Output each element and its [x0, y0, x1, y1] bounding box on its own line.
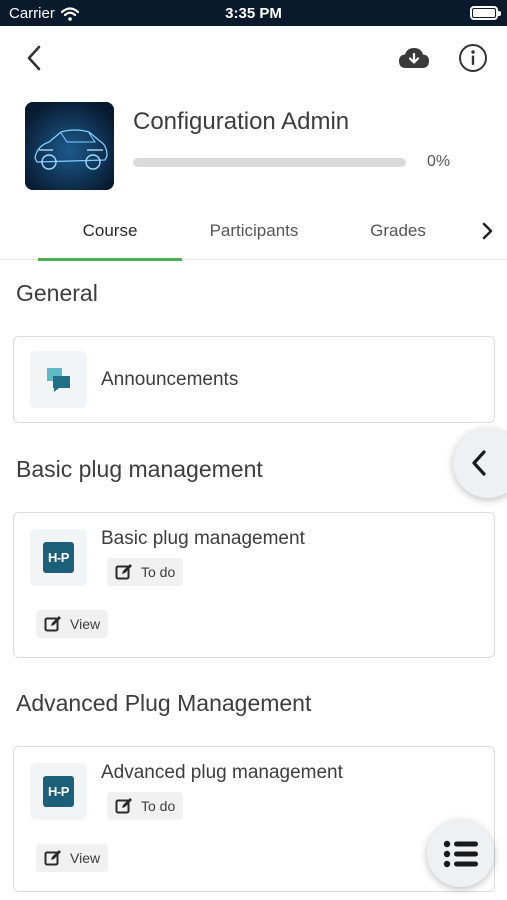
module-card-announcements[interactable]: Announcements	[13, 336, 495, 423]
top-bar	[0, 26, 507, 92]
status-time: 3:35 PM	[225, 5, 282, 22]
h5p-icon: H-P	[30, 529, 87, 586]
course-progress-label: 0%	[427, 153, 451, 170]
module-name: Basic plug management	[101, 528, 305, 549]
view-button[interactable]: View	[36, 844, 109, 872]
module-card-basic-plug[interactable]: H-P Basic plug management To do View	[13, 512, 495, 658]
chevron-right-icon	[482, 222, 493, 240]
module-name: Advanced plug management	[101, 762, 343, 783]
course-tabs: Course Participants Grades	[0, 202, 507, 261]
edit-icon	[44, 616, 61, 632]
course-index-button[interactable]	[427, 820, 494, 887]
course-image	[25, 102, 114, 190]
edit-icon	[44, 850, 61, 866]
h5p-logo: H-P	[43, 542, 74, 573]
edit-icon	[115, 798, 132, 814]
car-image	[25, 102, 114, 190]
cloud-download-icon	[399, 48, 429, 68]
course-title: Configuration Admin	[133, 108, 350, 135]
todo-badge: To do	[107, 558, 184, 586]
todo-label: To do	[141, 564, 176, 580]
edit-icon	[115, 564, 132, 580]
info-button[interactable]	[454, 40, 492, 76]
tabs-next-button[interactable]	[472, 216, 502, 246]
h5p-icon: H-P	[30, 763, 87, 820]
list-icon	[443, 840, 478, 867]
forum-icon	[30, 351, 87, 408]
view-button[interactable]: View	[36, 610, 109, 638]
todo-label: To do	[141, 798, 176, 814]
back-button[interactable]	[16, 40, 52, 76]
course-header: Configuration Admin 0%	[0, 92, 507, 202]
tab-course[interactable]: Course	[38, 202, 182, 261]
chevron-left-icon	[472, 450, 486, 476]
section-title-advanced-plug: Advanced Plug Management	[16, 690, 312, 716]
tab-participants[interactable]: Participants	[182, 202, 326, 260]
section-title-general: General	[16, 280, 98, 306]
info-icon	[459, 44, 487, 72]
tab-grades[interactable]: Grades	[326, 202, 470, 260]
chevron-left-icon	[27, 45, 41, 71]
status-bar: Carrier 3:35 PM	[0, 0, 507, 26]
section-title-basic-plug: Basic plug management	[16, 456, 263, 482]
view-label: View	[70, 850, 101, 866]
download-button[interactable]	[394, 40, 434, 76]
module-card-advanced-plug[interactable]: H-P Advanced plug management To do View	[13, 746, 495, 892]
battery-icon	[470, 6, 501, 20]
course-progress-bar	[133, 158, 406, 167]
h5p-logo: H-P	[43, 776, 74, 807]
view-label: View	[70, 616, 101, 632]
course-index-drawer-handle[interactable]	[453, 428, 507, 498]
module-name: Announcements	[101, 369, 239, 390]
todo-badge: To do	[107, 792, 184, 820]
